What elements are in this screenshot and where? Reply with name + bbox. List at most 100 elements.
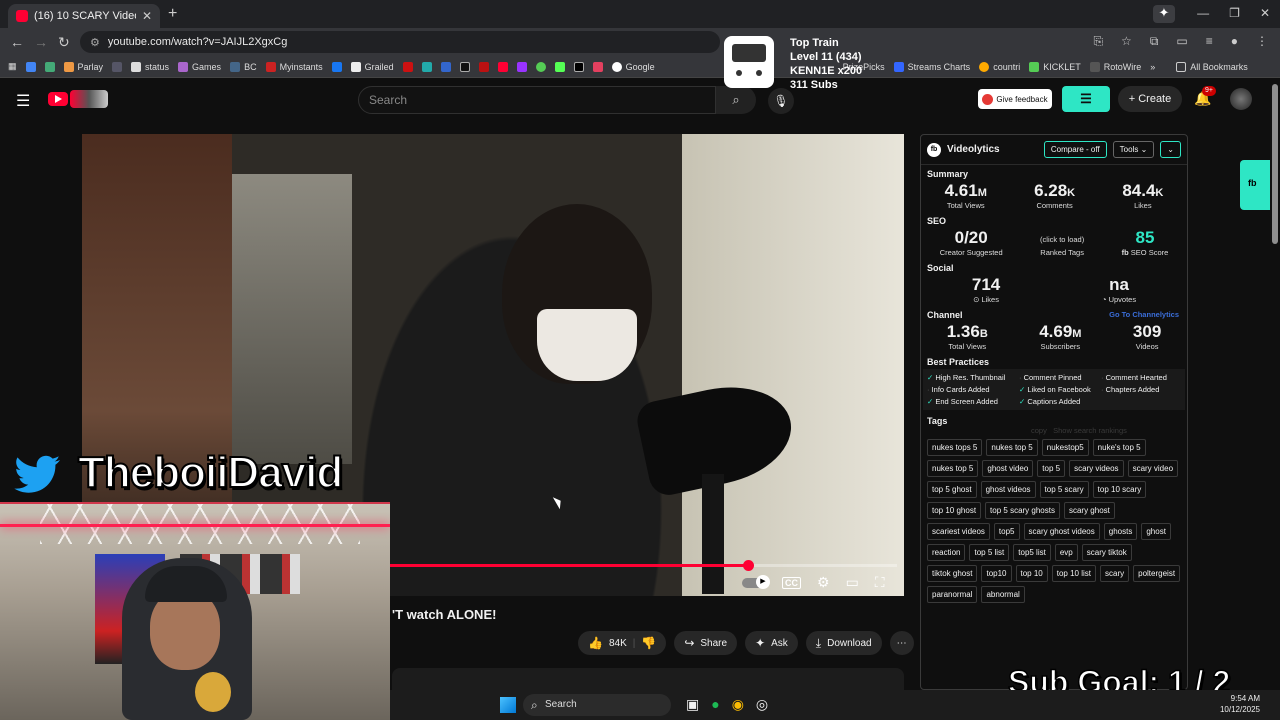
thumbs-down-icon[interactable]: 👎: [641, 636, 656, 650]
bookmark-item[interactable]: [554, 61, 565, 72]
bookmark-item[interactable]: [25, 61, 36, 72]
bookmark-item[interactable]: [44, 61, 55, 72]
tag-chip[interactable]: reaction: [927, 544, 966, 561]
bookmark-item[interactable]: [535, 61, 546, 72]
extensions-icon[interactable]: ⧉: [1150, 34, 1159, 49]
copy-tags-link[interactable]: copy: [1031, 426, 1047, 435]
like-button[interactable]: 👍 84K | 👎: [578, 631, 667, 655]
videolytics-toggle-button[interactable]: ☰: [1062, 86, 1110, 112]
account-avatar[interactable]: [1230, 88, 1252, 110]
theater-mode-icon[interactable]: ▭: [846, 574, 859, 591]
bookmark-item[interactable]: [421, 61, 432, 72]
tag-chip[interactable]: top 5 list: [969, 544, 1010, 561]
tag-chip[interactable]: top5: [993, 523, 1020, 540]
compare-button[interactable]: Compare - off: [1043, 141, 1107, 158]
tag-chip[interactable]: scary video: [1127, 460, 1179, 477]
bookmark-item[interactable]: [459, 61, 470, 72]
videolytics-side-tab[interactable]: [1240, 160, 1270, 210]
tag-chip[interactable]: nuke's top 5: [1092, 439, 1146, 456]
progress-scrubber[interactable]: [743, 560, 754, 571]
bookmark-item[interactable]: Parlay: [63, 61, 103, 72]
bookmark-item[interactable]: BC: [230, 61, 257, 72]
forward-icon[interactable]: →: [34, 34, 48, 50]
tag-chip[interactable]: ghosts: [1103, 523, 1138, 540]
tag-chip[interactable]: top 10: [1015, 565, 1048, 582]
tag-chip[interactable]: scary: [1100, 565, 1130, 582]
apps-icon[interactable]: ▦: [8, 61, 17, 72]
tag-chip[interactable]: top 5 scary: [1039, 481, 1089, 498]
tag-chip[interactable]: ghost videos: [980, 481, 1036, 498]
tag-chip[interactable]: top 10 ghost: [927, 502, 982, 519]
tag-chip[interactable]: nukestop5: [1041, 439, 1089, 456]
bookmarks-overflow-icon[interactable]: »: [1150, 62, 1155, 72]
tag-chip[interactable]: scary videos: [1069, 460, 1124, 477]
tag-chip[interactable]: top 5 ghost: [927, 481, 977, 498]
tag-chip[interactable]: ghost: [1141, 523, 1171, 540]
tag-chip[interactable]: abnormal: [981, 586, 1025, 603]
maximize-icon[interactable]: ❐: [1229, 6, 1240, 20]
settings-gear-icon[interactable]: ⚙: [817, 574, 830, 591]
give-feedback-button[interactable]: Give feedback: [978, 89, 1052, 109]
bookmark-item[interactable]: [592, 61, 603, 72]
tag-chip[interactable]: top10: [981, 565, 1012, 582]
tag-chip[interactable]: top 10 list: [1051, 565, 1096, 582]
windows-start-icon[interactable]: [500, 697, 516, 713]
browser-tab[interactable]: (16) 10 SCARY Videos To Give Y ✕: [8, 4, 160, 28]
youtube-doodle[interactable]: [70, 90, 108, 108]
bookmark-item[interactable]: [440, 61, 451, 72]
bookmark-item[interactable]: Google: [611, 61, 655, 72]
tag-chip[interactable]: top5 list: [1013, 544, 1051, 561]
menu-hamburger-icon[interactable]: ☰: [16, 91, 30, 111]
page-scrollbar[interactable]: [1272, 84, 1278, 244]
tag-chip[interactable]: nukes tops 5: [927, 439, 983, 456]
bookmark-item[interactable]: [331, 61, 342, 72]
bookmark-item[interactable]: [112, 61, 123, 72]
collapse-button[interactable]: ⌄: [1160, 141, 1181, 158]
tag-chip[interactable]: scary ghost: [1063, 502, 1115, 519]
media-icon[interactable]: ≡: [1206, 34, 1213, 49]
all-bookmarks[interactable]: All Bookmarks: [1176, 61, 1248, 72]
back-icon[interactable]: ←: [10, 34, 24, 50]
tools-dropdown[interactable]: Tools ⌄: [1112, 141, 1155, 158]
tag-chip[interactable]: nukes top 5: [986, 439, 1038, 456]
address-bar[interactable]: ⚙ youtube.com/watch?v=JAIJL2XgxCg: [80, 31, 720, 53]
bookmark-item[interactable]: countri: [979, 61, 1020, 72]
chrome-icon[interactable]: ◉: [732, 696, 744, 713]
ask-button[interactable]: ✦ Ask: [745, 631, 798, 655]
site-info-icon[interactable]: ⚙: [90, 36, 100, 49]
bookmark-item[interactable]: [573, 61, 584, 72]
close-tab-icon[interactable]: ✕: [142, 9, 152, 23]
menu-icon[interactable]: ⋮: [1256, 34, 1268, 49]
bookmark-item[interactable]: [478, 61, 489, 72]
obs-icon[interactable]: ◎: [756, 696, 768, 713]
bookmark-item[interactable]: KICKLET: [1029, 61, 1081, 72]
search-input[interactable]: Search: [358, 86, 716, 114]
more-actions-button[interactable]: ⋯: [889, 631, 914, 655]
new-tab-button[interactable]: +: [168, 5, 177, 23]
create-button[interactable]: + Create: [1118, 86, 1182, 112]
tag-chip[interactable]: top 5: [1037, 460, 1066, 477]
spotify-icon[interactable]: ●: [711, 696, 719, 713]
go-to-channelytics-link[interactable]: Go To Channelytics: [1109, 310, 1179, 319]
task-view-icon[interactable]: ▣: [686, 696, 699, 713]
reload-icon[interactable]: ↻: [58, 34, 70, 51]
bookmark-item[interactable]: status: [131, 61, 169, 72]
profile-icon[interactable]: ●: [1231, 34, 1238, 49]
show-rankings-link[interactable]: Show search rankings: [1053, 426, 1127, 435]
download-button[interactable]: ⤓ Download: [805, 631, 882, 655]
tag-chip[interactable]: poltergeist: [1133, 565, 1181, 582]
sidepanel-icon[interactable]: ▭: [1176, 34, 1187, 49]
close-window-icon[interactable]: ✕: [1260, 6, 1270, 20]
tag-chip[interactable]: top 10 scary: [1092, 481, 1147, 498]
search-button[interactable]: ⌕: [716, 86, 756, 114]
share-button[interactable]: ↪ Share: [674, 631, 738, 655]
youtube-logo[interactable]: [48, 92, 68, 106]
bookmark-item[interactable]: [516, 61, 527, 72]
bookmark-item[interactable]: Myinstants: [265, 61, 323, 72]
tag-chip[interactable]: paranormal: [927, 586, 978, 603]
fullscreen-icon[interactable]: ⛶: [875, 574, 885, 591]
tag-chip[interactable]: evp: [1054, 544, 1078, 561]
tag-chip[interactable]: top 5 scary ghosts: [985, 502, 1060, 519]
tag-chip[interactable]: ghost video: [982, 460, 1034, 477]
captions-icon[interactable]: CC: [782, 576, 801, 589]
